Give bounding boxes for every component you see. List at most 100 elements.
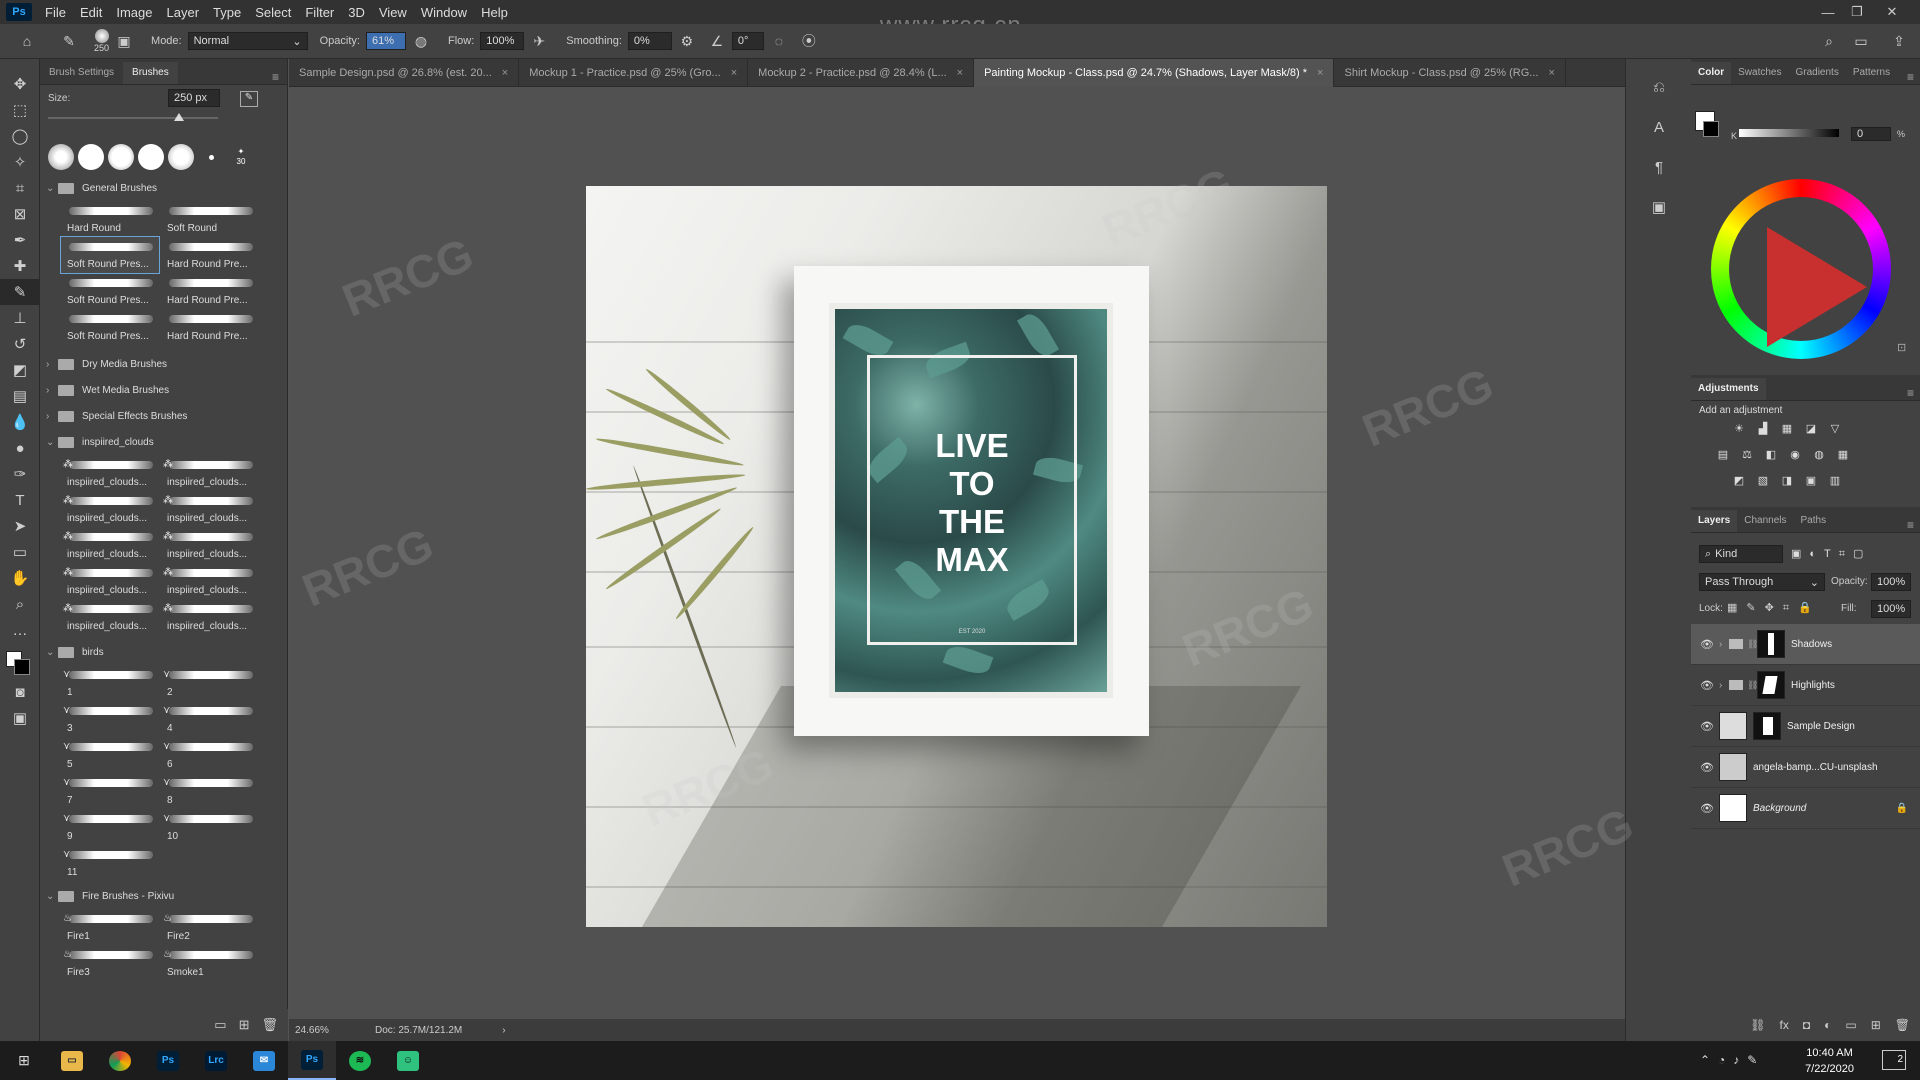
- quick-mask-icon[interactable]: ◙: [0, 679, 40, 705]
- doc-tab[interactable]: Mockup 1 - Practice.psd @ 25% (Gro... ×: [519, 59, 749, 87]
- blur-tool-icon[interactable]: 💧: [0, 409, 40, 435]
- new-brush-icon[interactable]: ⊞: [239, 1017, 250, 1033]
- brush-preset[interactable]: ⋎ 1: [61, 665, 159, 701]
- folder-special-effects[interactable]: › Special Effects Brushes: [40, 403, 287, 429]
- levels-icon[interactable]: ▟: [1755, 421, 1771, 435]
- brush-preset[interactable]: ⋎ 9: [61, 809, 159, 845]
- angle-field[interactable]: 0°: [731, 32, 764, 50]
- airbrush-icon[interactable]: ✈: [528, 30, 550, 52]
- menu-3d[interactable]: 3D: [341, 5, 372, 20]
- lock-icons[interactable]: ▦✎✥⌗🔒: [1727, 601, 1821, 615]
- close-icon[interactable]: ×: [957, 67, 963, 79]
- brush-preset[interactable]: Soft Round Pres...: [61, 309, 159, 345]
- workspace-icon[interactable]: ▭: [1850, 30, 1872, 52]
- smoothing-field[interactable]: 0%: [627, 32, 672, 50]
- gear-icon[interactable]: ⚙: [676, 30, 698, 52]
- hue-saturation-icon[interactable]: ▤: [1715, 447, 1731, 461]
- menu-window[interactable]: Window: [414, 5, 474, 20]
- learn-icon[interactable]: ▣: [1626, 187, 1692, 227]
- zoom-level[interactable]: 24.66%: [295, 1025, 355, 1036]
- delete-icon[interactable]: 🗑: [261, 1017, 278, 1033]
- history-brush-tool-icon[interactable]: ↺: [0, 331, 40, 357]
- fill-field[interactable]: 100%: [1871, 600, 1911, 618]
- brush-preset[interactable]: ⁂ inspiired_clouds...: [61, 563, 159, 599]
- layer-filter-icons[interactable]: ▣◐T⌗▢: [1791, 547, 1871, 561]
- color-swatches[interactable]: [0, 643, 40, 679]
- new-group-icon[interactable]: ▭: [1845, 1018, 1856, 1032]
- size-slider-handle[interactable]: [174, 113, 184, 121]
- brightness-icon[interactable]: ☀: [1731, 421, 1747, 435]
- brush-preset[interactable]: ⁂ inspiired_clouds...: [61, 455, 159, 491]
- menu-edit[interactable]: Edit: [73, 5, 109, 20]
- search-icon[interactable]: ⌕: [1818, 30, 1840, 52]
- rectangle-tool-icon[interactable]: ▭: [0, 539, 40, 565]
- selective-color-icon[interactable]: ▣: [1803, 473, 1819, 487]
- brush-preset[interactable]: Hard Round Pre...: [161, 237, 259, 273]
- brush-tip-icon[interactable]: [138, 144, 164, 170]
- size-slider[interactable]: [48, 117, 218, 119]
- link-layers-icon[interactable]: ⛓: [1750, 1018, 1765, 1032]
- close-icon[interactable]: ✕: [1878, 0, 1906, 24]
- pressure-opacity-icon[interactable]: ◍: [410, 30, 432, 52]
- panel-menu-icon[interactable]: ≡: [272, 70, 279, 84]
- character-icon[interactable]: A: [1626, 107, 1692, 147]
- layer-row[interactable]: 👁 Background 🔒: [1691, 788, 1920, 829]
- eraser-tool-icon[interactable]: ◩: [0, 357, 40, 383]
- quick-select-tool-icon[interactable]: ✧: [0, 149, 40, 175]
- brush-preset[interactable]: Soft Round Pres...: [61, 273, 159, 309]
- lightroom-icon[interactable]: Lrc: [192, 1041, 240, 1080]
- tab-brushes[interactable]: Brushes: [123, 62, 178, 84]
- folder-dry-media[interactable]: › Dry Media Brushes: [40, 351, 287, 377]
- history-icon[interactable]: ⎌: [1626, 67, 1692, 107]
- home-icon[interactable]: ⌂: [16, 30, 38, 52]
- brush-preset[interactable]: ♨ Smoke1: [161, 945, 259, 981]
- brush-preset[interactable]: ⁂ inspiired_clouds...: [61, 527, 159, 563]
- mail-icon[interactable]: ✉: [240, 1041, 288, 1080]
- background-color-icon[interactable]: [1703, 121, 1719, 137]
- photoshop-taskbar-icon[interactable]: Ps: [144, 1041, 192, 1080]
- exposure-icon[interactable]: ◪: [1803, 421, 1819, 435]
- pen-tool-icon[interactable]: ✑: [0, 461, 40, 487]
- chat-app-icon[interactable]: ☺: [384, 1041, 432, 1080]
- layer-mask-thumbnail[interactable]: [1757, 630, 1785, 658]
- layer-thumbnail[interactable]: [1719, 794, 1747, 822]
- tab-paths[interactable]: Paths: [1794, 510, 1834, 532]
- adjustments-title[interactable]: Adjustments: [1691, 378, 1766, 400]
- menu-select[interactable]: Select: [248, 5, 298, 20]
- brush-tip-icon[interactable]: [168, 144, 194, 170]
- notifications-icon[interactable]: 2: [1882, 1050, 1906, 1070]
- brush-preset-selected[interactable]: Soft Round Pres...: [60, 236, 160, 274]
- frame-tool-icon[interactable]: ⊠: [0, 201, 40, 227]
- layer-filter-select[interactable]: ⌕ Kind: [1699, 545, 1783, 563]
- stamp-tool-icon[interactable]: ⊥: [0, 305, 40, 331]
- brush-tip-icon[interactable]: [78, 144, 104, 170]
- brush-preset[interactable]: Hard Round: [61, 201, 159, 237]
- brush-preset[interactable]: ⁂ inspiired_clouds...: [161, 599, 259, 635]
- doc-tab[interactable]: Mockup 2 - Practice.psd @ 28.4% (L... ×: [748, 59, 975, 87]
- clock[interactable]: 10:40 AM 7/22/2020: [1805, 1045, 1854, 1077]
- color-balance-icon[interactable]: ⚖: [1739, 447, 1755, 461]
- tab-brush-settings[interactable]: Brush Settings: [40, 62, 123, 84]
- color-triangle[interactable]: [1767, 227, 1867, 347]
- spotify-icon[interactable]: ≋: [336, 1041, 384, 1080]
- menu-file[interactable]: File: [38, 5, 73, 20]
- delete-icon[interactable]: 🗑: [1895, 1018, 1910, 1032]
- brush-preset[interactable]: Soft Round: [161, 201, 259, 237]
- brush-preset[interactable]: ⋎ 8: [161, 773, 259, 809]
- posterize-icon[interactable]: ▧: [1755, 473, 1771, 487]
- brush-preset[interactable]: ♨ Fire1: [61, 909, 159, 945]
- opacity-field[interactable]: 61%: [365, 32, 406, 50]
- brush-preset[interactable]: ⋎ 2: [161, 665, 259, 701]
- menu-view[interactable]: View: [372, 5, 414, 20]
- brush-preset[interactable]: ⋎ 10: [161, 809, 259, 845]
- tab-color[interactable]: Color: [1691, 62, 1732, 84]
- eye-icon[interactable]: 👁: [1695, 761, 1719, 774]
- curves-icon[interactable]: ▦: [1779, 421, 1795, 435]
- windows-start-icon[interactable]: ⊞: [0, 1041, 48, 1080]
- k-slider[interactable]: [1739, 129, 1839, 137]
- brush-tool-icon[interactable]: ✎: [0, 279, 40, 305]
- color-lookup-icon[interactable]: ▦: [1835, 447, 1851, 461]
- fx-icon[interactable]: fx: [1780, 1018, 1789, 1032]
- brush-preset[interactable]: Hard Round Pre...: [161, 309, 259, 345]
- tab-channels[interactable]: Channels: [1737, 510, 1793, 532]
